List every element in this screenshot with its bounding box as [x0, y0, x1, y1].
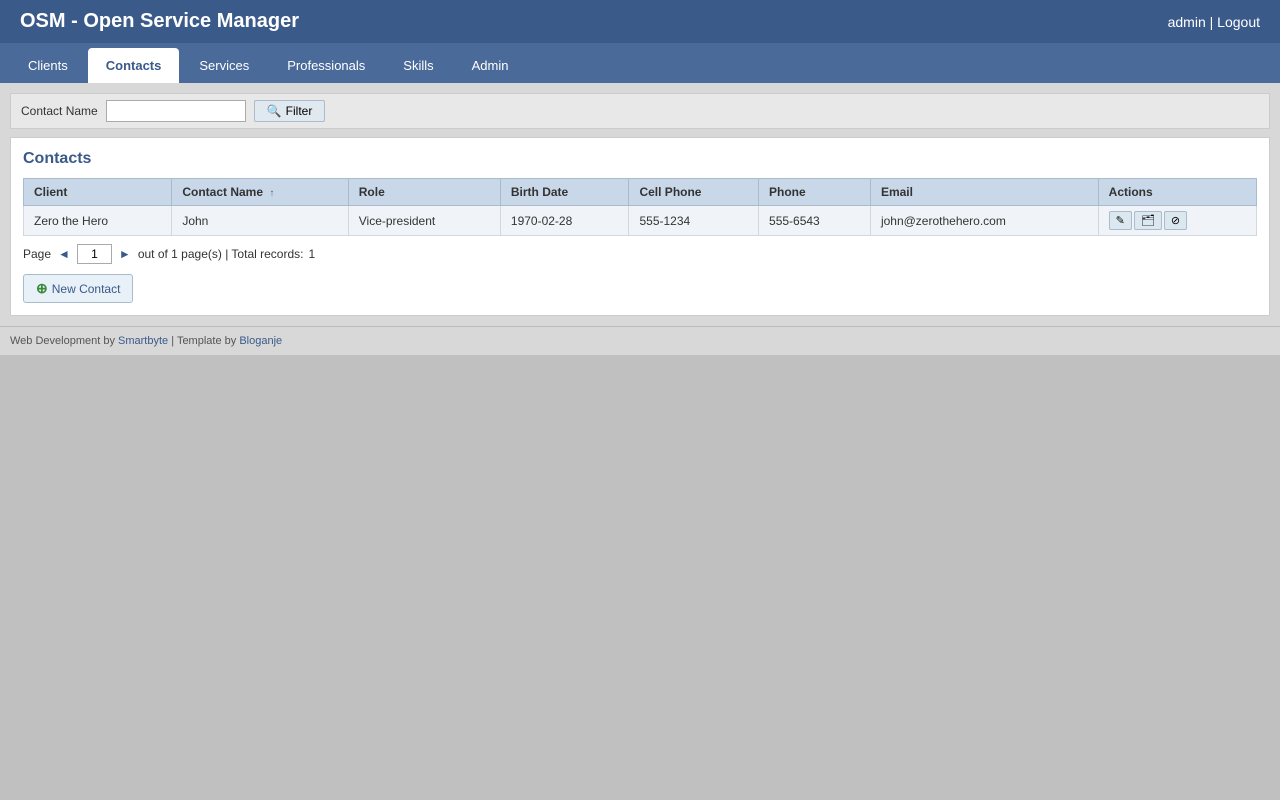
col-actions: Actions [1098, 179, 1256, 206]
col-role: Role [348, 179, 500, 206]
col-phone: Phone [759, 179, 871, 206]
contact-name-label: Contact Name [21, 104, 98, 118]
header: OSM - Open Service Manager admin | Logou… [0, 0, 1280, 43]
user-area: admin | Logout [1168, 14, 1260, 30]
footer-text-between: | Template by [168, 335, 239, 347]
plus-circle-icon: ⊕ [36, 280, 48, 297]
col-cell-phone: Cell Phone [629, 179, 759, 206]
contacts-table: Client Contact Name ↑ Role Birth Date Ce… [23, 178, 1257, 236]
footer: Web Development by Smartbyte | Template … [0, 326, 1280, 355]
next-page-button[interactable]: ► [117, 247, 133, 261]
cell-cell_phone: 555-1234 [629, 206, 759, 236]
out-of-label: out of 1 page(s) | Total records: [138, 247, 304, 261]
edit-button[interactable]: ✎ [1109, 211, 1132, 230]
filter-button[interactable]: 🔍 Filter [254, 100, 326, 122]
tab-contacts[interactable]: Contacts [88, 48, 180, 83]
col-email: Email [870, 179, 1098, 206]
contacts-title: Contacts [23, 150, 1257, 168]
new-contact-label: New Contact [52, 282, 121, 296]
delete-button[interactable]: ⊘ [1164, 211, 1187, 230]
table-row: Zero the HeroJohnVice-president1970-02-2… [24, 206, 1257, 236]
total-records: 1 [308, 247, 315, 261]
folder-button[interactable]: 🗂 [1134, 211, 1162, 230]
app-title: OSM - Open Service Manager [20, 10, 299, 33]
navigation: Clients Contacts Services Professionals … [0, 43, 1280, 83]
footer-text-before-link1: Web Development by [10, 335, 118, 347]
new-contact-button[interactable]: ⊕ New Contact [23, 274, 133, 303]
cell-phone: 555-6543 [759, 206, 871, 236]
username: admin [1168, 14, 1206, 30]
footer-link-smartbyte[interactable]: Smartbyte [118, 335, 168, 347]
footer-link-bloganje[interactable]: Bloganje [239, 335, 282, 347]
contact-name-input[interactable] [106, 100, 246, 122]
contacts-panel: Contacts Client Contact Name ↑ Role Birt… [10, 137, 1270, 316]
filter-bar: Contact Name 🔍 Filter [10, 93, 1270, 129]
cell-contact_name: John [172, 206, 348, 236]
cell-actions: ✎🗂⊘ [1098, 206, 1256, 236]
cell-role: Vice-president [348, 206, 500, 236]
col-client: Client [24, 179, 172, 206]
tab-clients[interactable]: Clients [10, 48, 86, 83]
prev-page-button[interactable]: ◄ [56, 247, 72, 261]
tab-professionals[interactable]: Professionals [269, 48, 383, 83]
table-header: Client Contact Name ↑ Role Birth Date Ce… [24, 179, 1257, 206]
cell-birth_date: 1970-02-28 [500, 206, 629, 236]
col-birth-date: Birth Date [500, 179, 629, 206]
cell-client: Zero the Hero [24, 206, 172, 236]
filter-button-label: Filter [286, 104, 313, 118]
main-content: Contact Name 🔍 Filter Contacts Client Co… [0, 83, 1280, 326]
filter-search-icon: 🔍 [267, 104, 282, 118]
cell-email: john@zerothehero.com [870, 206, 1098, 236]
contacts-table-body: Zero the HeroJohnVice-president1970-02-2… [24, 206, 1257, 236]
separator: | [1210, 14, 1214, 30]
col-contact-name[interactable]: Contact Name ↑ [172, 179, 348, 206]
logout-link[interactable]: Logout [1217, 14, 1260, 30]
tab-skills[interactable]: Skills [385, 48, 451, 83]
tab-services[interactable]: Services [181, 48, 267, 83]
pagination: Page ◄ 1 ► out of 1 page(s) | Total reco… [23, 244, 1257, 264]
page-label: Page [23, 247, 51, 261]
tab-admin[interactable]: Admin [454, 48, 527, 83]
sort-up-icon: ↑ [269, 188, 274, 199]
page-number-input[interactable]: 1 [77, 244, 112, 264]
